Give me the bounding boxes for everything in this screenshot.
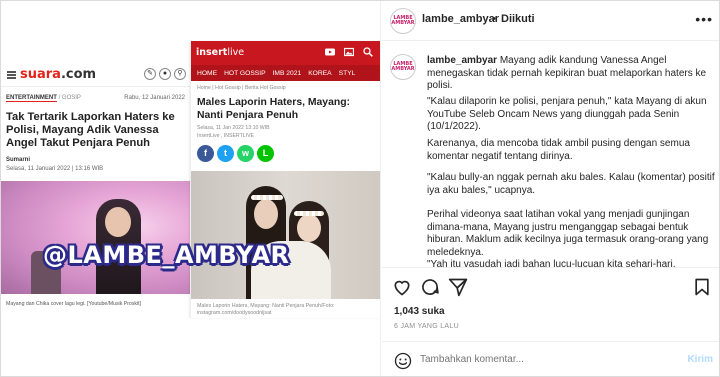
- suara-author: Sumarni: [6, 157, 31, 163]
- caption-username[interactable]: lambe_ambyar: [427, 55, 497, 66]
- avatar-logo: LAMBE AMBYAR: [391, 61, 415, 72]
- photo-face: [254, 199, 278, 229]
- insertlive-nav: HOME HOT GOSSIP IMB 2021 KOREA STYL: [191, 65, 380, 81]
- avatar[interactable]: LAMBE AMBYAR: [390, 54, 416, 80]
- post-side-panel: LAMBE AMBYAR lambe_ambyar • Diikuti ••• …: [382, 1, 719, 376]
- insertlive-breadcrumb: Home | Hot Gossip | Berita Hot Gossip: [197, 85, 286, 91]
- suara-photo-caption: Mayang dan Chika cover lagu legi. [Youtu…: [6, 301, 142, 307]
- post-comment-button[interactable]: Kirim: [687, 354, 713, 365]
- caption-paragraph: lambe_ambyar Mayang adik kandung Vanessa…: [427, 55, 707, 91]
- edit-icon: ✎: [144, 68, 156, 80]
- comment-icon[interactable]: [420, 277, 440, 297]
- avatar-logo: LAMBE AMBYAR: [391, 15, 415, 26]
- insertlive-date: Selasa, 11 Jan 2022 13:10 WIB: [197, 125, 270, 131]
- nav-item: KOREA: [308, 69, 332, 77]
- caption-paragraph: "Kalau dilaporin ke polisi, penjara penu…: [427, 96, 707, 132]
- follow-button[interactable]: Diikuti: [501, 13, 535, 25]
- bookmark-icon[interactable]: [692, 277, 712, 297]
- insertlive-source: InsertLive , INSERTLIVE: [197, 133, 254, 139]
- post-header: LAMBE AMBYAR lambe_ambyar • Diikuti •••: [382, 1, 719, 41]
- line-icon: L: [257, 145, 274, 162]
- emoji-icon[interactable]: [394, 352, 412, 370]
- suara-header: suara.com ✎ ● ⚲: [1, 63, 191, 87]
- flower-crown: [294, 211, 324, 216]
- avatar[interactable]: LAMBE AMBYAR: [390, 8, 416, 34]
- nav-item: STYL: [338, 69, 356, 77]
- video-icon: [325, 48, 335, 56]
- suara-category: ENTERTAINMENT / GOSIP: [6, 95, 81, 102]
- insertlive-logo: insertlive: [196, 47, 245, 58]
- search-icon: [363, 47, 373, 57]
- heart-icon[interactable]: [392, 277, 412, 297]
- comment-box: Kirim: [382, 341, 719, 376]
- comment-input[interactable]: [420, 354, 670, 365]
- username[interactable]: lambe_ambyar: [422, 13, 499, 25]
- watermark: @LAMBE_AMBYAR: [43, 241, 290, 269]
- caption-paragraph: "Kalau bully-an nggak pernah aku bales. …: [427, 172, 715, 196]
- share-icon[interactable]: [448, 277, 468, 297]
- likes-count[interactable]: 1,043 suka: [394, 306, 445, 317]
- suara-logo: suara.com: [20, 67, 97, 82]
- caption-area: LAMBE AMBYAR lambe_ambyar Mayang adik ka…: [382, 41, 719, 267]
- photo-face: [297, 214, 321, 242]
- caption-paragraph: "Yah itu vasudah jadi bahan lucu-lucuan …: [427, 259, 676, 267]
- menu-icon: [7, 70, 16, 79]
- facebook-icon: f: [197, 145, 214, 162]
- separator: •: [492, 13, 496, 25]
- flower-crown: [251, 195, 283, 200]
- insertlive-article-screenshot: insertlive HOME HOT GOSSIP IMB 2021 KORE…: [190, 41, 380, 318]
- user-icon: ●: [159, 68, 171, 80]
- image-icon: [344, 47, 354, 57]
- share-buttons: f t w L: [197, 145, 274, 162]
- more-icon[interactable]: •••: [695, 11, 713, 27]
- caption-paragraph: Perihal videonya saat latihan vokal yang…: [427, 209, 709, 258]
- search-icon: ⚲: [174, 68, 186, 80]
- instagram-post-window: suara.com ✎ ● ⚲ ENTERTAINMENT / GOSIP Ra…: [0, 0, 720, 377]
- caption-paragraph: Karenanya, dia mencoba tidak ambil pusin…: [427, 138, 690, 162]
- insertlive-photo-caption: Males Laporin Haters, Mayang: Nanti Penj…: [197, 303, 335, 316]
- twitter-icon: t: [217, 145, 234, 162]
- nav-item: IMB 2021: [272, 69, 302, 77]
- suara-article-screenshot: suara.com ✎ ● ⚲ ENTERTAINMENT / GOSIP Ra…: [1, 63, 191, 313]
- insertlive-header: insertlive: [191, 41, 380, 65]
- insertlive-photo: [191, 171, 380, 299]
- action-bar: [382, 267, 719, 305]
- photo-face: [105, 207, 131, 237]
- post-image[interactable]: suara.com ✎ ● ⚲ ENTERTAINMENT / GOSIP Ra…: [1, 1, 381, 376]
- nav-item: HOME: [197, 69, 218, 77]
- insertlive-headline: Males Laporin Haters, Mayang: Nanti Penj…: [197, 97, 351, 121]
- suara-headline: Tak Tertarik Laporkan Haters ke Polisi, …: [6, 111, 175, 149]
- nav-item: HOT GOSSIP: [224, 69, 266, 77]
- post-time[interactable]: 6 JAM YANG LALU: [394, 323, 459, 330]
- suara-time: Selasa, 11 Januari 2022 | 13:16 WIB: [6, 166, 104, 172]
- suara-header-icons: ✎ ● ⚲: [144, 68, 186, 80]
- suara-date: Rabu, 12 Januari 2022: [124, 95, 185, 101]
- whatsapp-icon: w: [237, 145, 254, 162]
- suara-photo: [1, 181, 191, 294]
